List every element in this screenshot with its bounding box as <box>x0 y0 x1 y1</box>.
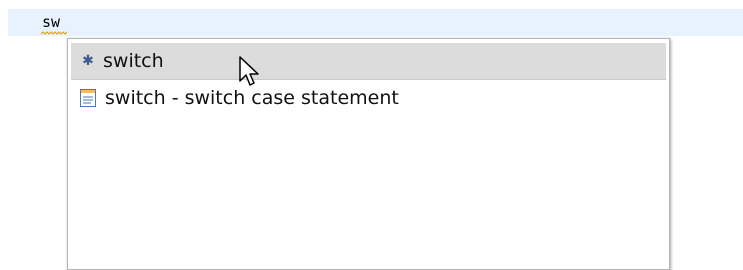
current-line-highlight <box>8 9 743 36</box>
typed-text: sw <box>42 13 61 31</box>
content-assist-popup: ✱ switch switch - switch case statement <box>67 38 670 270</box>
mouse-pointer-icon <box>239 56 259 86</box>
template-icon <box>80 89 96 107</box>
completion-item-switch-template[interactable]: switch - switch case statement <box>71 80 666 116</box>
code-editor[interactable]: sw ✱ switch switch - switch case stateme… <box>0 0 743 270</box>
asterisk-icon: ✱ <box>82 53 94 69</box>
completion-item-switch[interactable]: ✱ switch <box>71 43 666 80</box>
completion-item-label: switch <box>103 50 164 72</box>
spelling-squiggle <box>41 31 67 35</box>
completion-item-label: switch - switch case statement <box>105 87 399 109</box>
